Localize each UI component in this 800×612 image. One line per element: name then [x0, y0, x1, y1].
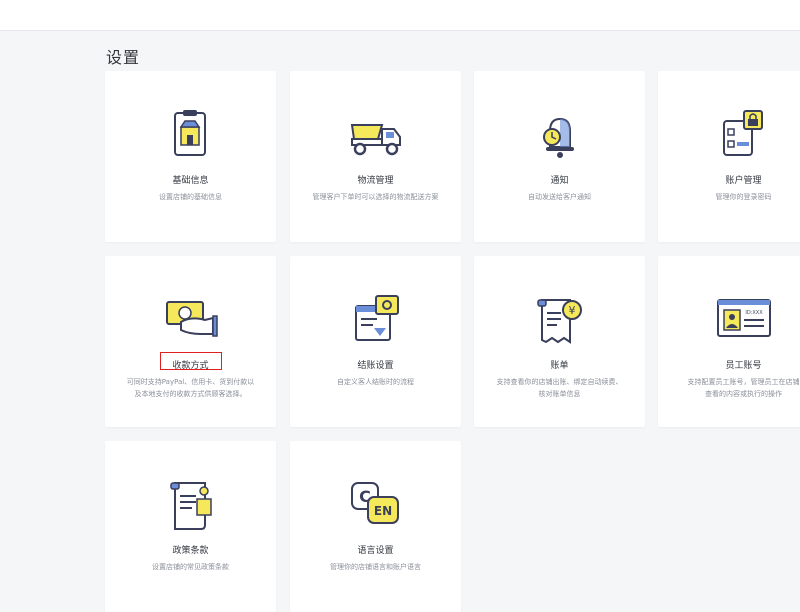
card-payment[interactable]: 收款方式 可同时支持PayPal、信用卡、货到付款以 及本地支付的收款方式供顾客…	[105, 256, 276, 427]
card-policy[interactable]: 政策条款 设置店铺的常见政策条款	[105, 441, 276, 612]
dump-truck-icon	[346, 107, 406, 163]
card-title: 账户管理	[725, 176, 762, 186]
card-title: 收款方式	[172, 361, 209, 371]
card-title: 通知	[550, 176, 569, 186]
card-desc: 管理你的登录密码	[715, 193, 772, 201]
card-account[interactable]: 账户管理 管理你的登录密码	[658, 71, 800, 242]
card-title: 物流管理	[357, 176, 394, 186]
card-title: 员工账号	[725, 361, 762, 371]
checkout-gear-icon	[346, 292, 406, 348]
card-title: 基础信息	[172, 176, 209, 186]
card-desc: 自动发送给客户通知	[528, 193, 591, 201]
language-cen-icon: C EN	[346, 477, 406, 533]
account-lock-icon	[714, 107, 774, 163]
card-title: 账单	[550, 361, 569, 371]
policy-scroll-icon	[161, 477, 221, 533]
card-logistics[interactable]: 物流管理 管理客户下单时可以选择的物流配送方案	[290, 71, 461, 242]
card-desc: 支持配置员工账号，管理员工在店铺 查看的内容或执行的操作	[687, 378, 800, 398]
top-bar	[0, 0, 800, 31]
bill-yen-icon: ¥	[530, 292, 590, 348]
card-desc: 管理你的店铺语言和账户语言	[330, 563, 421, 571]
card-notification[interactable]: 通知 自动发送给客户通知	[474, 71, 645, 242]
bell-clock-icon	[530, 107, 590, 163]
card-language[interactable]: C EN 语言设置 管理你的店铺语言和账户语言	[290, 441, 461, 612]
card-desc: 可同时支持PayPal、信用卡、货到付款以 及本地支付的收款方式供顾客选择。	[126, 378, 255, 398]
language-icon-en: EN	[373, 504, 391, 518]
card-desc: 设置店铺的基础信息	[159, 193, 222, 201]
card-desc: 设置店铺的常见政策条款	[152, 563, 229, 571]
card-desc: 自定义客人结账时的流程	[337, 378, 414, 386]
staff-icon-text: ID:XXX	[745, 310, 763, 316]
store-clipboard-icon	[161, 107, 221, 163]
card-bill[interactable]: ¥ 账单 支持查看你的店铺出账、绑定自动续费、 核对账单信息	[474, 256, 645, 427]
card-staff[interactable]: ID:XXX 员工账号 支持配置员工账号，管理员工在店铺 查看的内容或执行的操作	[658, 256, 800, 427]
card-title: 语言设置	[357, 546, 394, 556]
card-checkout[interactable]: 结账设置 自定义客人结账时的流程	[290, 256, 461, 427]
card-title: 结账设置	[357, 361, 394, 371]
card-desc: 管理客户下单时可以选择的物流配送方案	[312, 193, 439, 201]
hand-cash-icon	[161, 292, 221, 348]
card-title: 政策条款	[172, 546, 209, 556]
bill-icon-symbol: ¥	[568, 304, 575, 317]
page-title: 设置	[106, 48, 141, 67]
staff-badge-icon: ID:XXX	[714, 292, 774, 348]
card-desc: 支持查看你的店铺出账、绑定自动续费、 核对账单信息	[496, 378, 623, 398]
card-basic-info[interactable]: 基础信息 设置店铺的基础信息	[105, 71, 276, 242]
